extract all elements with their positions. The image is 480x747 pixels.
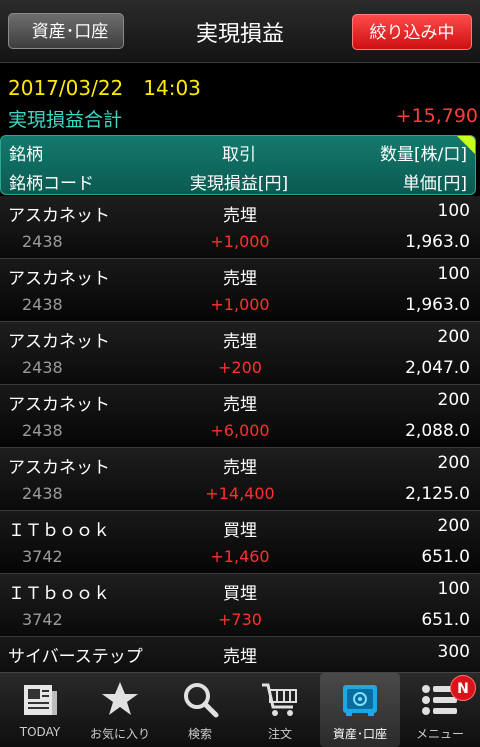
nav-menu[interactable]: N メニュー [400,673,480,747]
nav-assets[interactable]: 資産･口座 [320,673,400,747]
unit-price: 2,047.0 [405,358,470,378]
col-price: 単価[円] [402,174,467,194]
table-row[interactable]: アスカネット 2438 売埋 +200 200 2,047.0 [0,322,480,385]
unit-price: 1,963.0 [405,295,470,315]
unit-price: 2,125.0 [405,484,470,504]
pnl-list[interactable]: アスカネット 2438 売埋 +1,000 100 1,963.0 アスカネット 2438 売埋… [0,196,480,672]
trade-type: 売埋 [223,269,257,289]
bottom-nav: TODAY お気に入り 検索 注文 資産･口座 N メニュー [0,672,480,747]
quantity: 100 [437,201,470,221]
menu-badge: N [450,675,476,701]
datetime-label: 2017/03/22 14:03 [8,76,201,100]
realized-pnl: +1,460 [210,547,270,566]
trade-type: 売埋 [223,206,257,226]
newspaper-icon [24,685,57,715]
table-row[interactable]: サイバーステップ 売埋 300 [0,637,480,672]
nav-search-label: 検索 [187,727,212,741]
search-icon [184,683,219,718]
quantity: 100 [437,579,470,599]
quantity: 200 [437,390,470,410]
nav-favorites[interactable]: お気に入り [80,673,160,747]
nav-today-label: TODAY [19,725,61,739]
nav-today[interactable]: TODAY [0,673,80,747]
total-row: 実現損益合計 +15,790 [0,105,480,133]
nav-assets-label: 資産･口座 [332,727,387,741]
trade-type: 買埋 [223,584,257,604]
cart-icon [262,683,297,716]
star-icon [102,682,138,715]
trade-type: 売埋 [223,395,257,415]
nav-order[interactable]: 注文 [240,673,320,747]
quantity: 300 [437,642,470,662]
column-header[interactable]: 銘柄 取引 数量[株/口] 銘柄コード 実現損益[円] 単価[円] [0,135,476,195]
nav-order-label: 注文 [267,727,292,741]
quantity: 200 [437,516,470,536]
trade-type: 買埋 [223,521,257,541]
table-row[interactable]: アスカネット 2438 売埋 +14,400 200 2,125.0 [0,448,480,511]
table-row[interactable]: ＩＴｂｏｏｋ 3742 買埋 +1,460 200 651.0 [0,511,480,574]
app-header: 資産･口座 実現損益 絞り込み中 [0,0,480,63]
trade-type: 売埋 [223,332,257,352]
quantity: 200 [437,327,470,347]
filter-button[interactable]: 絞り込み中 [352,14,472,50]
safe-icon [343,685,377,716]
nav-menu-label: メニュー [415,727,464,741]
unit-price: 651.0 [421,610,470,630]
table-row[interactable]: アスカネット 2438 売埋 +6,000 200 2,088.0 [0,385,480,448]
quantity: 200 [437,453,470,473]
unit-price: 2,088.0 [405,421,470,441]
realized-pnl: +730 [218,610,262,629]
table-row[interactable]: アスカネット 2438 売埋 +1,000 100 1,963.0 [0,196,480,259]
table-row[interactable]: アスカネット 2438 売埋 +1,000 100 1,963.0 [0,259,480,322]
total-label: 実現損益合計 [8,109,123,131]
back-button[interactable]: 資産･口座 [8,13,124,49]
nav-favorites-label: お気に入り [89,727,150,741]
unit-price: 1,963.0 [405,232,470,252]
col-qty: 数量[株/口] [380,145,467,165]
nav-search[interactable]: 検索 [160,673,240,747]
table-row[interactable]: ＩＴｂｏｏｋ 3742 買埋 +730 100 651.0 [0,574,480,637]
unit-price: 651.0 [421,547,470,567]
quantity: 100 [437,264,470,284]
trade-type: 売埋 [223,647,257,667]
total-value: +15,790 [395,105,478,127]
trade-type: 売埋 [223,458,257,478]
